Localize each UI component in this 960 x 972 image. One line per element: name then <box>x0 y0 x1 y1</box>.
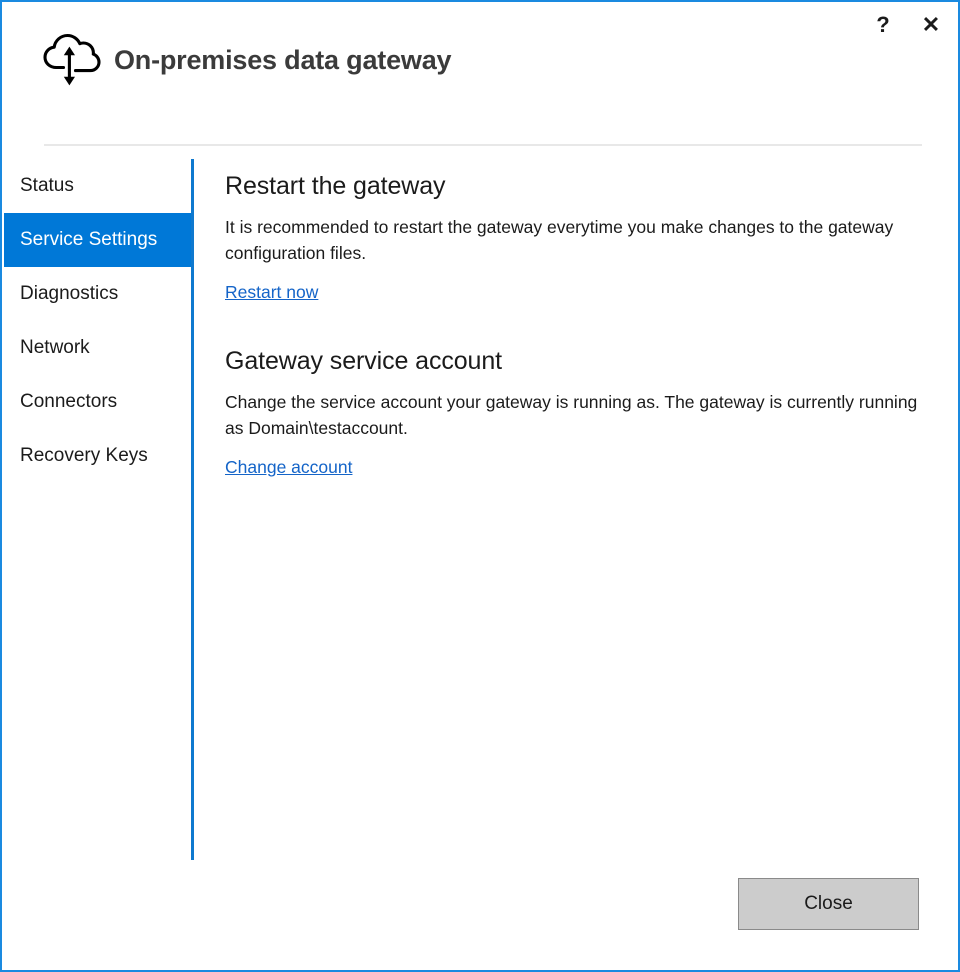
main-content: Restart the gateway It is recommended to… <box>225 172 925 508</box>
restart-gateway-description: It is recommended to restart the gateway… <box>225 217 894 263</box>
sidebar-item-network[interactable]: Network <box>4 321 191 375</box>
header-divider <box>44 144 922 146</box>
sidebar-item-recovery-keys[interactable]: Recovery Keys <box>4 429 191 483</box>
close-icon[interactable]: ✕ <box>914 10 948 40</box>
sidebar-item-connectors[interactable]: Connectors <box>4 375 191 429</box>
cloud-updown-arrow-icon <box>43 33 101 86</box>
sidebar-nav: Status Service Settings Diagnostics Netw… <box>4 159 191 483</box>
sidebar-item-service-settings[interactable]: Service Settings <box>4 213 191 267</box>
help-icon[interactable]: ? <box>866 10 900 40</box>
sidebar-item-status[interactable]: Status <box>4 159 191 213</box>
sidebar-divider <box>191 159 194 860</box>
sidebar-item-diagnostics[interactable]: Diagnostics <box>4 267 191 321</box>
app-header: On-premises data gateway <box>42 32 452 88</box>
close-button[interactable]: Close <box>738 878 919 930</box>
restart-now-link[interactable]: Restart now <box>225 282 318 303</box>
restart-gateway-section: Restart the gateway It is recommended to… <box>225 172 925 303</box>
gateway-service-account-heading: Gateway service account <box>225 347 502 376</box>
titlebar-controls: ? ✕ <box>866 10 948 40</box>
gateway-configuration-window: ? ✕ On-premises data gateway Status Serv… <box>0 0 960 972</box>
change-account-link[interactable]: Change account <box>225 457 352 478</box>
restart-gateway-heading: Restart the gateway <box>225 172 446 200</box>
gateway-service-account-description: Change the service account your gateway … <box>225 392 918 438</box>
gateway-service-account-section: Gateway service account Change the servi… <box>225 347 925 478</box>
page-title: On-premises data gateway <box>114 44 452 75</box>
